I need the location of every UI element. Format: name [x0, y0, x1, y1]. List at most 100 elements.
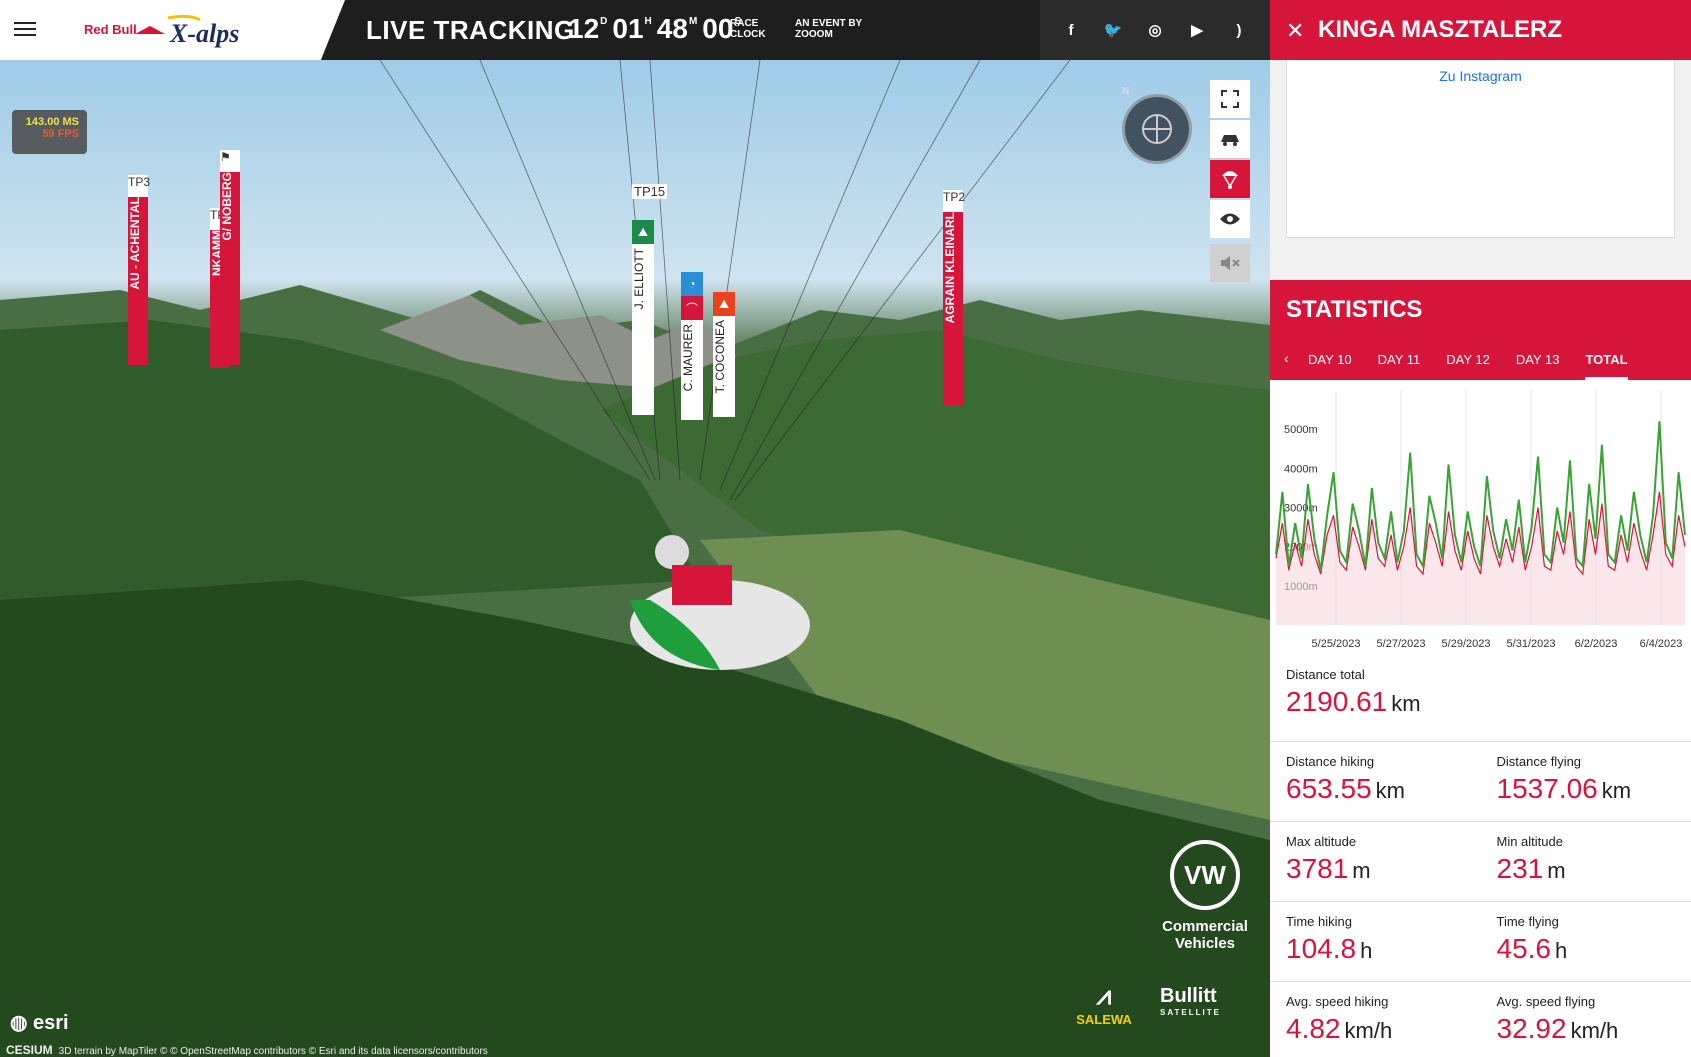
paraglider-icon — [1222, 171, 1238, 189]
chevron-left-icon[interactable]: ‹ — [1284, 350, 1289, 366]
stat-unit: h — [1555, 938, 1568, 963]
sponsor-salewa-text: SALEWA — [1076, 1012, 1132, 1027]
logo-area: Red Bull X-alps — [0, 0, 345, 60]
tab-day-10[interactable]: DAY 10 — [1308, 352, 1352, 380]
xalps-logo-text: X-alps — [169, 19, 239, 48]
stat-value: 3781 — [1286, 853, 1349, 884]
pilot-flag-coconea[interactable]: ⛰ T. COCONEA — [713, 292, 735, 417]
sponsor-vw[interactable]: VW Commercial Vehicles — [1150, 840, 1260, 952]
camera-follow-button[interactable] — [1210, 120, 1250, 158]
social-links: f 🐦 ◎ ▶) — [1040, 0, 1270, 60]
turnpoint-flag-tp3[interactable]: TP3 AU - ACHENTAL — [128, 175, 150, 365]
eye-icon — [1220, 213, 1240, 225]
clock-value: 01 — [612, 13, 644, 44]
cesium-logo[interactable]: CESIUM — [6, 1043, 53, 1057]
stat-unit: h — [1360, 938, 1373, 963]
hiking-icon: ⛰ — [632, 220, 654, 244]
xalps-logo[interactable]: X-alps — [130, 12, 280, 48]
instagram-card: Zu Instagram — [1286, 60, 1675, 238]
pilot-flag-elliott[interactable]: ⛰ J. ELLIOTT — [632, 220, 654, 415]
stat-label: Max altitude — [1286, 834, 1357, 849]
stat-value: 4.82 — [1286, 1013, 1341, 1044]
stat-value: 32.92 — [1496, 1013, 1567, 1044]
vw-logo-icon: VW — [1170, 840, 1240, 910]
stat-max-altitude: Max altitude 3781 m — [1270, 822, 1481, 901]
sound-toggle-button[interactable] — [1210, 244, 1250, 282]
twitter-icon[interactable]: 🐦 — [1102, 19, 1124, 41]
clock-unit: D — [600, 16, 608, 27]
tab-total[interactable]: TOTAL — [1585, 352, 1628, 380]
tab-day-11[interactable]: DAY 11 — [1378, 352, 1421, 380]
stat-label: Avg. speed flying — [1496, 994, 1596, 1009]
clock-value: 12 — [568, 13, 600, 44]
brand-redbull: Red Bull — [84, 22, 137, 37]
x-tick-label: 5/25/2023 — [1312, 638, 1361, 650]
race-clock-label: RACE CLOCK — [730, 18, 766, 40]
page-title: LIVE TRACKING — [366, 15, 575, 45]
visibility-button[interactable] — [1210, 200, 1250, 238]
altitude-chart[interactable]: 5/25/2023 5/27/2023 5/29/2023 5/31/2023 6/2/… — [1270, 380, 1691, 655]
stat-avg-speed-hiking: Avg. speed hiking 4.82 km/h — [1270, 982, 1481, 1057]
fullscreen-button[interactable] — [1210, 80, 1250, 118]
stat-row: Distance hiking 653.55 km Distance flying 15… — [1270, 741, 1691, 821]
stat-value: 1537.06 — [1496, 773, 1598, 804]
stat-label: Time hiking — [1286, 914, 1352, 929]
esri-logo[interactable]: ◍ esri — [10, 1010, 69, 1035]
stat-value: 2190.61 — [1286, 686, 1388, 717]
stat-value: 653.55 — [1286, 773, 1372, 804]
tab-day-12[interactable]: DAY 12 — [1446, 352, 1490, 380]
stat-value: 45.6 — [1496, 933, 1552, 964]
sponsor-vw-line2: Vehicles — [1174, 935, 1236, 952]
athlete-name: KINGA MASZTALERZ — [1318, 16, 1562, 43]
clock-value: 00 — [702, 13, 734, 44]
pilot-label: J. ELLIOTT — [632, 248, 646, 310]
tab-day-13[interactable]: DAY 13 — [1516, 352, 1560, 380]
x-tick-label: 6/4/2023 — [1640, 638, 1683, 650]
stat-avg-speed-flying: Avg. speed flying 32.92 km/h — [1481, 982, 1691, 1057]
x-tick-label: 5/29/2023 — [1442, 638, 1491, 650]
pilot-flag-maurer[interactable]: ◔ ⌒ C. MAURER — [681, 272, 703, 420]
globe-icon: ◍ — [10, 1012, 28, 1034]
y-tick-label: 5000m — [1284, 424, 1318, 436]
stat-row: Max altitude 3781 m Min altitude 231 m — [1270, 821, 1691, 901]
compass-icon[interactable] — [1122, 94, 1192, 164]
map-view-3d[interactable]: 143.00 MS 59 FPS TP3 AU - ACHENTAL TP1 N… — [0, 60, 1270, 1057]
sponsor-vw-line1: Commercial — [1162, 918, 1248, 935]
youtube-icon[interactable]: ▶ — [1186, 19, 1208, 41]
paraglider-view-button[interactable] — [1210, 160, 1250, 198]
sponsor-bullitt-sub: SATELLITE — [1160, 1008, 1221, 1017]
stat-unit: m — [1352, 858, 1371, 883]
stat-row: Distance total 2190.61 km — [1270, 655, 1691, 741]
y-tick-label: 3000m — [1284, 503, 1318, 515]
athlete-panel: ✕ KINGA MASZTALERZ Zu Instagram STATISTI… — [1270, 0, 1691, 1057]
turnpoint-flag-tp2[interactable]: TP2 AGRAIN KLEINARL — [943, 190, 965, 405]
athlete-header: ✕ KINGA MASZTALERZ — [1270, 0, 1691, 60]
rss-icon[interactable]: ) — [1228, 19, 1250, 41]
perf-fps: 59 FPS — [42, 128, 79, 140]
turnpoint-label: G/ NOBERG — [220, 172, 234, 241]
top-header: Red Bull X-alps LIVE TRACKING 12 D 01 H 48 M 0… — [0, 0, 1270, 60]
sponsor-salewa[interactable]: ⩘ SALEWA — [1064, 980, 1144, 1027]
stat-distance-total: Distance total 2190.61 km — [1270, 655, 1691, 741]
stat-time-flying: Time flying 45.6 h — [1481, 902, 1691, 981]
menu-button[interactable] — [14, 18, 36, 40]
turnpoint-id: TP3 — [128, 175, 150, 197]
clock-unit: M — [688, 16, 698, 27]
stat-unit: km — [1375, 778, 1405, 803]
instagram-link[interactable]: Zu Instagram — [1287, 68, 1674, 84]
paraglider-icon: ⌒ — [681, 296, 703, 320]
instagram-icon[interactable]: ◎ — [1144, 19, 1166, 41]
close-icon[interactable]: ✕ — [1286, 18, 1304, 44]
turnpoint-flag-finish[interactable]: ⚑ G/ NOBERG — [220, 150, 240, 365]
race-clock: 12 D 01 H 48 M 00 S — [568, 13, 746, 45]
clock-unit: H — [644, 16, 652, 27]
sponsor-bullitt[interactable]: Bullitt SATELLITE — [1160, 985, 1221, 1017]
statistics-list: Distance total 2190.61 km Distance hiking 65… — [1270, 655, 1691, 1057]
facebook-icon[interactable]: f — [1060, 19, 1082, 41]
stat-row: Avg. speed hiking 4.82 km/h Avg. speed flyi… — [1270, 981, 1691, 1057]
stat-label: Avg. speed hiking — [1286, 994, 1389, 1009]
x-tick-label: 5/31/2023 — [1507, 638, 1556, 650]
stat-value: 231 — [1496, 853, 1544, 884]
turnpoint-label: AGRAIN KLEINARL — [943, 212, 957, 324]
app-root: Red Bull X-alps LIVE TRACKING 12 D 01 H 48 M 0… — [0, 0, 1691, 1057]
